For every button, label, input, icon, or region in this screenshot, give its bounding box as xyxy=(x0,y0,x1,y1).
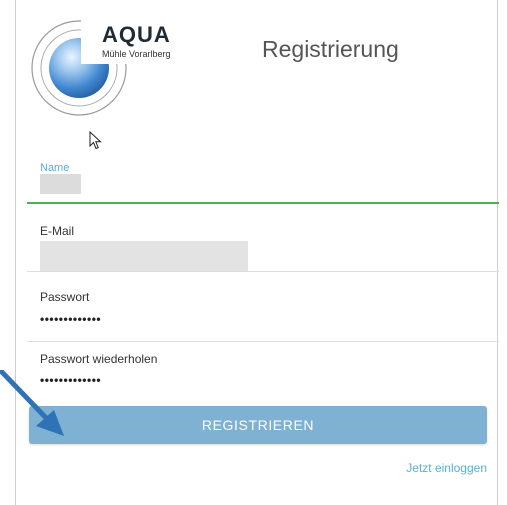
password-repeat-label: Passwort wiederholen xyxy=(40,352,158,366)
page-title: Registrierung xyxy=(262,36,399,62)
registration-panel: AQUA Mühle Vorarlberg Registrierung Name… xyxy=(15,0,499,505)
password-label: Passwort xyxy=(40,290,90,304)
logo-title: AQUA xyxy=(102,22,171,47)
logo: AQUA Mühle Vorarlberg xyxy=(29,10,171,118)
password-repeat-field[interactable]: Passwort wiederholen ••••••••••••• xyxy=(27,342,499,402)
name-field[interactable]: Name xyxy=(27,160,499,204)
name-label: Name xyxy=(40,162,70,174)
password-input[interactable]: ••••••••••••• xyxy=(40,312,101,326)
password-field[interactable]: Passwort ••••••••••••• xyxy=(27,274,499,342)
email-separator xyxy=(27,271,499,272)
login-link[interactable]: Jetzt einloggen xyxy=(406,461,487,475)
annotation-arrow-icon xyxy=(0,370,64,436)
email-field[interactable]: E-Mail xyxy=(27,206,499,272)
email-input-redacted[interactable] xyxy=(40,241,248,271)
name-underline xyxy=(27,202,499,204)
email-label: E-Mail xyxy=(40,224,75,238)
logo-subtitle: Mühle Vorarlberg xyxy=(102,49,171,59)
register-button[interactable]: REGISTRIEREN xyxy=(29,406,487,444)
mouse-cursor-icon xyxy=(89,131,102,150)
name-input-redacted[interactable] xyxy=(40,174,81,194)
